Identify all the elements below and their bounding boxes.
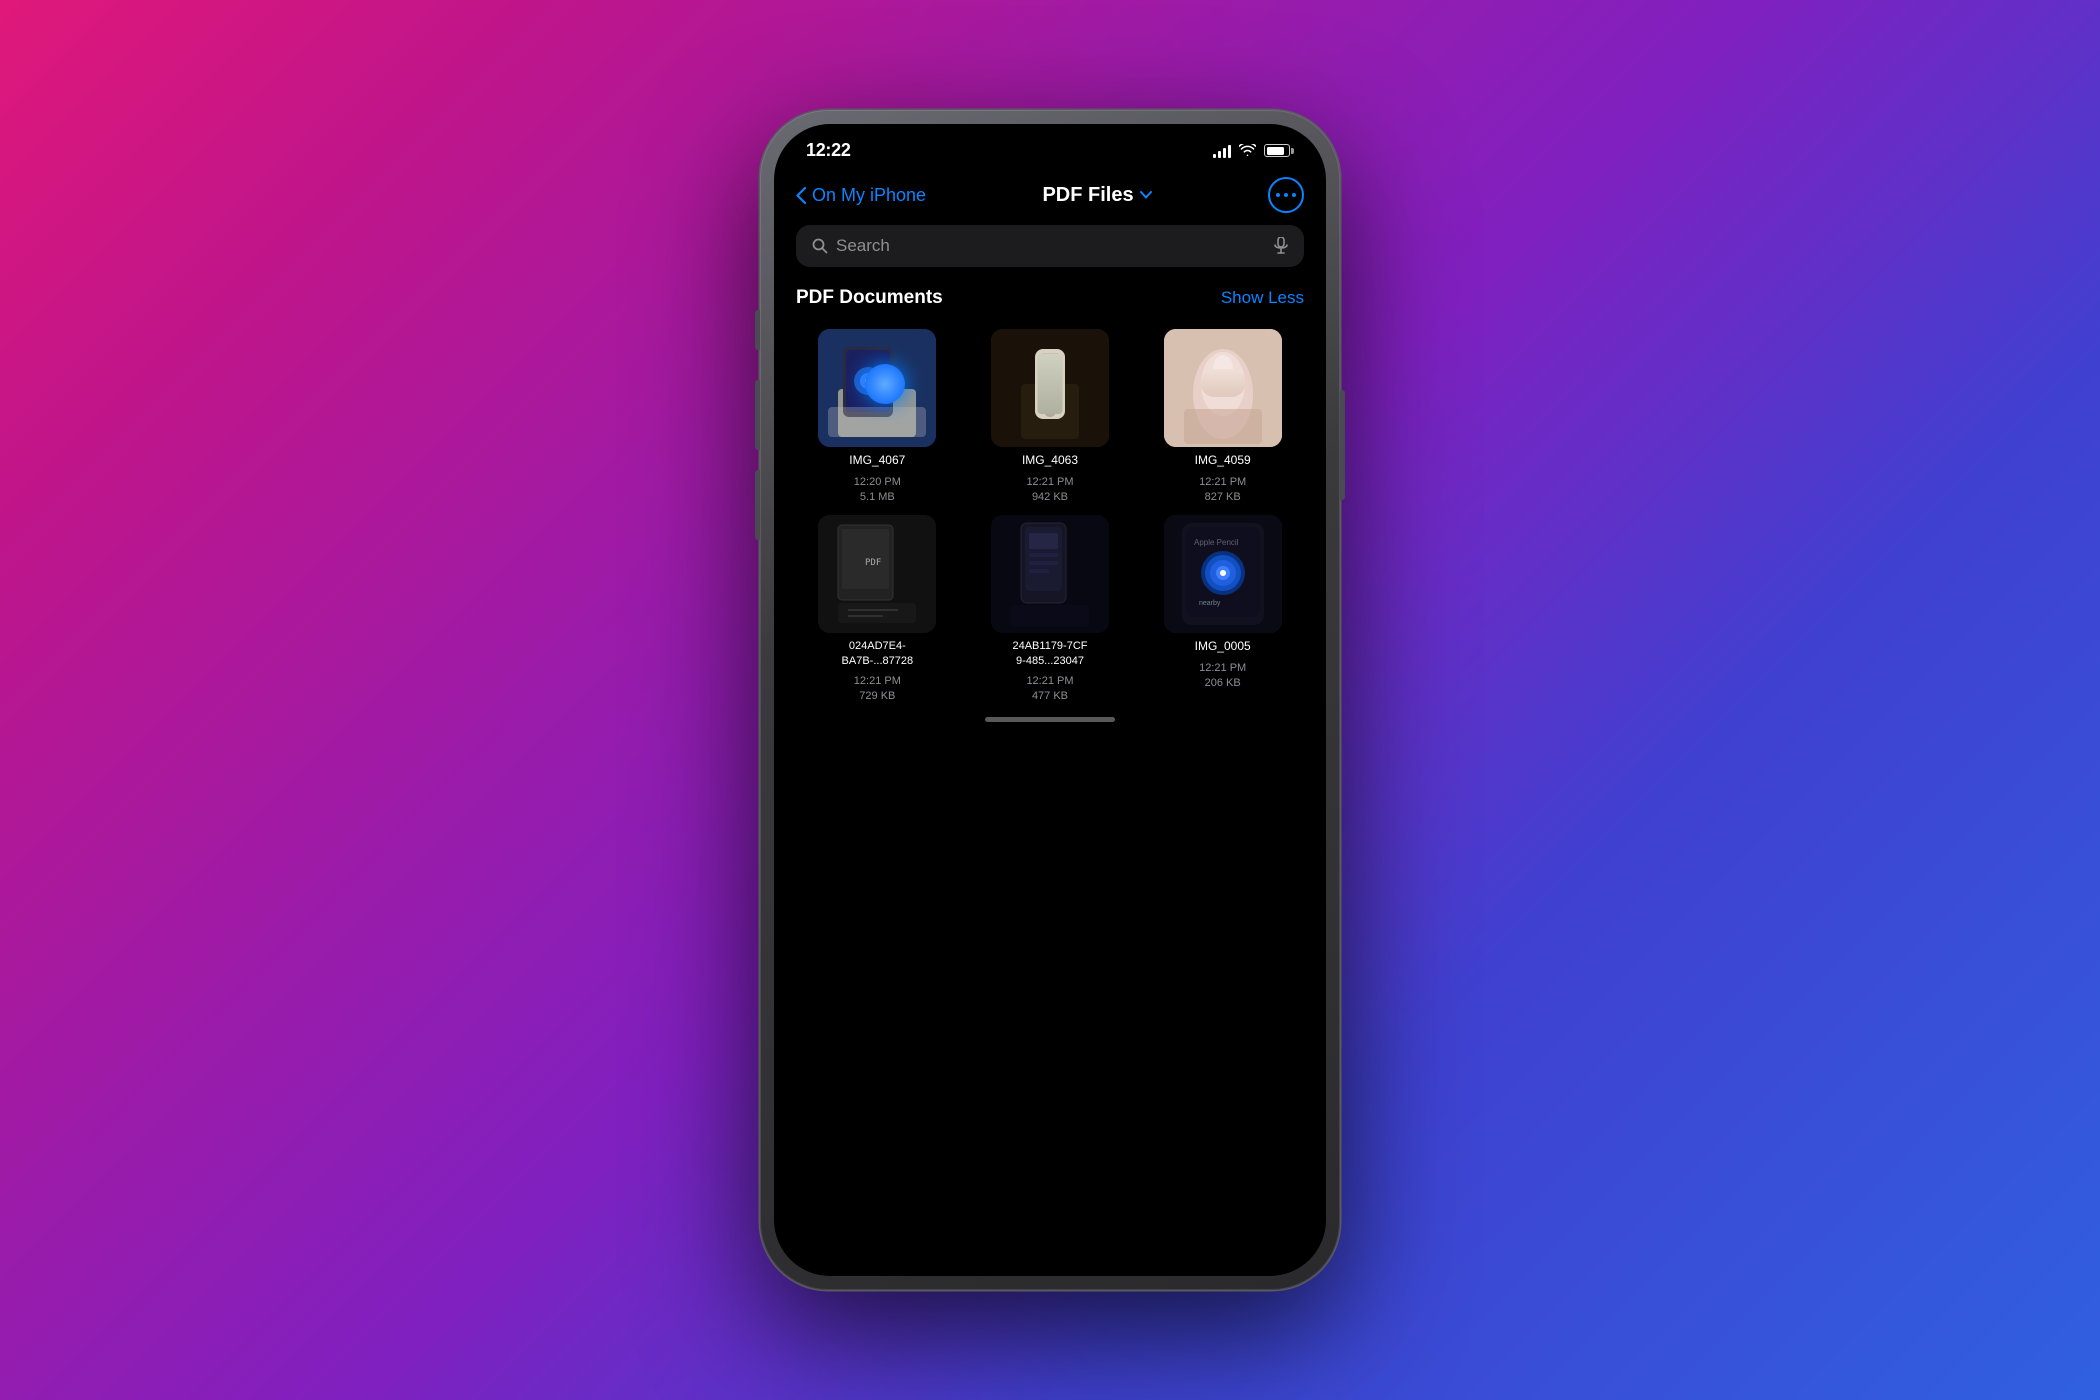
status-icons <box>1213 144 1294 158</box>
file-thumbnail: Apple Pencil nearby <box>1164 515 1282 633</box>
file-name: 024AD7E4-BA7B-...87728 <box>842 639 914 668</box>
search-placeholder: Search <box>836 236 1266 256</box>
file-meta: 12:21 PM206 KB <box>1199 661 1246 692</box>
file-meta: 12:21 PM477 KB <box>1026 674 1073 705</box>
svg-text:PDF: PDF <box>865 558 881 568</box>
file-thumbnail: PDF <box>818 515 936 633</box>
volume-down-button[interactable] <box>755 470 760 540</box>
phone-screen: 12:22 <box>774 124 1326 1276</box>
signal-icon <box>1213 144 1231 158</box>
show-less-button[interactable]: Show Less <box>1221 288 1304 308</box>
list-item[interactable]: IMG_4067 12:20 PM5.1 MB <box>796 329 959 505</box>
microphone-icon[interactable] <box>1274 237 1288 255</box>
more-button[interactable] <box>1268 177 1304 213</box>
section-header: PDF Documents Show Less <box>774 287 1326 329</box>
file-name: IMG_4063 <box>1022 453 1078 469</box>
status-time: 12:22 <box>806 140 851 161</box>
volume-up-button[interactable] <box>755 380 760 450</box>
list-item[interactable]: Apple Pencil nearby IMG_0005 12:21 PM206… <box>1141 515 1304 704</box>
file-meta: 12:20 PM5.1 MB <box>854 475 901 506</box>
home-indicator <box>985 717 1115 722</box>
back-label: On My iPhone <box>812 185 926 206</box>
file-name: 24AB1179-7CF9-485...23047 <box>1012 639 1087 668</box>
file-meta: 12:21 PM729 KB <box>854 674 901 705</box>
chevron-down-icon <box>1140 191 1152 199</box>
back-button[interactable]: On My iPhone <box>796 185 926 206</box>
mute-button[interactable] <box>755 310 760 350</box>
file-name: IMG_0005 <box>1195 639 1251 655</box>
file-name: IMG_4067 <box>849 453 905 469</box>
search-bar[interactable]: Search <box>796 225 1304 267</box>
file-thumbnail <box>1164 329 1282 447</box>
list-item[interactable]: 24AB1179-7CF9-485...23047 12:21 PM477 KB <box>969 515 1132 704</box>
nav-title: PDF Files <box>1042 184 1133 207</box>
file-name: IMG_4059 <box>1195 453 1251 469</box>
file-thumbnail <box>818 329 936 447</box>
file-thumbnail <box>991 515 1109 633</box>
wifi-icon <box>1239 144 1256 157</box>
battery-icon <box>1264 144 1294 157</box>
file-grid: IMG_4067 12:20 PM5.1 MB <box>774 329 1326 705</box>
file-thumbnail <box>991 329 1109 447</box>
file-meta: 12:21 PM827 KB <box>1199 475 1246 506</box>
list-item[interactable]: IMG_4063 12:21 PM942 KB <box>969 329 1132 505</box>
file-meta: 12:21 PM942 KB <box>1026 475 1073 506</box>
svg-text:nearby: nearby <box>1199 600 1221 607</box>
power-button[interactable] <box>1340 390 1345 500</box>
svg-text:Apple Pencil: Apple Pencil <box>1194 538 1239 547</box>
dynamic-island <box>985 138 1115 174</box>
section-title: PDF Documents <box>796 287 943 309</box>
list-item[interactable]: PDF 024AD7E4-BA7B-...87728 12:21 PM729 K… <box>796 515 959 704</box>
nav-title-group[interactable]: PDF Files <box>1042 184 1151 207</box>
phone-wrapper: 12:22 <box>760 110 1340 1290</box>
search-icon <box>812 238 828 254</box>
list-item[interactable]: IMG_4059 12:21 PM827 KB <box>1141 329 1304 505</box>
nav-bar: On My iPhone PDF Files <box>774 169 1326 225</box>
